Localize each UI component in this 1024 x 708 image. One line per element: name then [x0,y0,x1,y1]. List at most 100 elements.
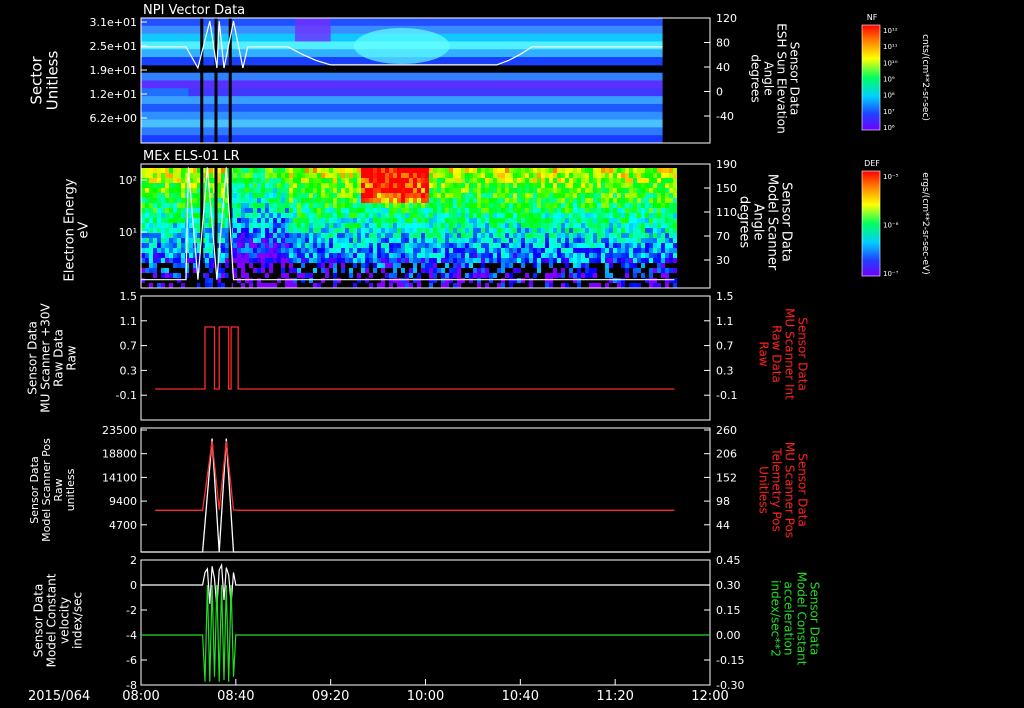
els-cell [409,178,413,183]
els-cell [561,273,565,278]
els-cell [249,258,253,263]
els-cell [569,208,573,213]
els-cell [169,273,173,278]
els-cell [645,223,649,228]
els-cell [273,248,277,253]
els-cell [373,268,377,273]
els-cell [505,183,509,188]
els-cell [457,238,461,243]
els-cell [389,203,393,208]
els-y2label-line: degrees [736,196,751,249]
els-cell [369,253,373,258]
els-cell [277,258,281,263]
els-cell [157,218,161,223]
els-cell [353,258,357,263]
els-cell [237,228,241,233]
els-cell [673,253,677,258]
els-cell [409,183,413,188]
els-cell [313,213,317,218]
els-cell [389,278,393,283]
els-cell [473,178,477,183]
els-cell [517,203,521,208]
els-cell [241,253,245,258]
els-cell [493,183,497,188]
els-cell [237,243,241,248]
els-cell [337,173,341,178]
els-cell [365,208,369,213]
els-cell [549,223,553,228]
els-cell [621,213,625,218]
els-cell [445,208,449,213]
els-cell [177,238,181,243]
els-cell [153,263,157,268]
els-cell [441,178,445,183]
els-cell [417,248,421,253]
els-cell [269,223,273,228]
els-cell [553,258,557,263]
els-cell [257,243,261,248]
els-cell [357,203,361,208]
els-cell [181,168,185,173]
els-cell [433,203,437,208]
els-cell [333,233,337,238]
els-cell [341,173,345,178]
els-cell [493,233,497,238]
els-cell [673,233,677,238]
colorbar-1-tick-label: 10⁸ [883,92,895,100]
els-cell [545,193,549,198]
els-cell [461,223,465,228]
els-cell [533,238,537,243]
els-cell [405,213,409,218]
els-cell [241,258,245,263]
els-cell [389,188,393,193]
els-cell [469,258,473,263]
els-cell [549,173,553,178]
els-cell [629,198,633,203]
els-cell [521,243,525,248]
els-cell [329,263,333,268]
els-cell [605,223,609,228]
els-cell [345,168,349,173]
p3-y2tick-tick-label: 0.3 [716,364,734,377]
els-cell [237,218,241,223]
els-cell [497,213,501,218]
els-cell [501,283,505,288]
els-cell [605,263,609,268]
els-cell [405,198,409,203]
els-cell [425,258,429,263]
els-cell [609,263,613,268]
els-cell [345,198,349,203]
els-cell [357,223,361,228]
els-cell [485,248,489,253]
els-cell [601,183,605,188]
els-cell [161,188,165,193]
els-cell [657,218,661,223]
els-cell [177,263,181,268]
els-cell [441,228,445,233]
els-cell [377,173,381,178]
els-cell [317,253,321,258]
els-cell [621,178,625,183]
els-cell [273,243,277,248]
els-cell [273,198,277,203]
els-cell [317,193,321,198]
els-cell [297,198,301,203]
els-cell [313,238,317,243]
els-cell [533,253,537,258]
els-cell [637,178,641,183]
els-cell [269,178,273,183]
els-cell [329,193,333,198]
els-cell [661,248,665,253]
els-cell [241,183,245,188]
els-cell [657,173,661,178]
els-cell [285,248,289,253]
els-cell [281,173,285,178]
els-cell [589,283,593,288]
els-cell [425,218,429,223]
els-cell [325,273,329,278]
els-cell [625,263,629,268]
els-cell [337,248,341,253]
els-cell [253,193,257,198]
els-cell [577,218,581,223]
els-cell [505,203,509,208]
